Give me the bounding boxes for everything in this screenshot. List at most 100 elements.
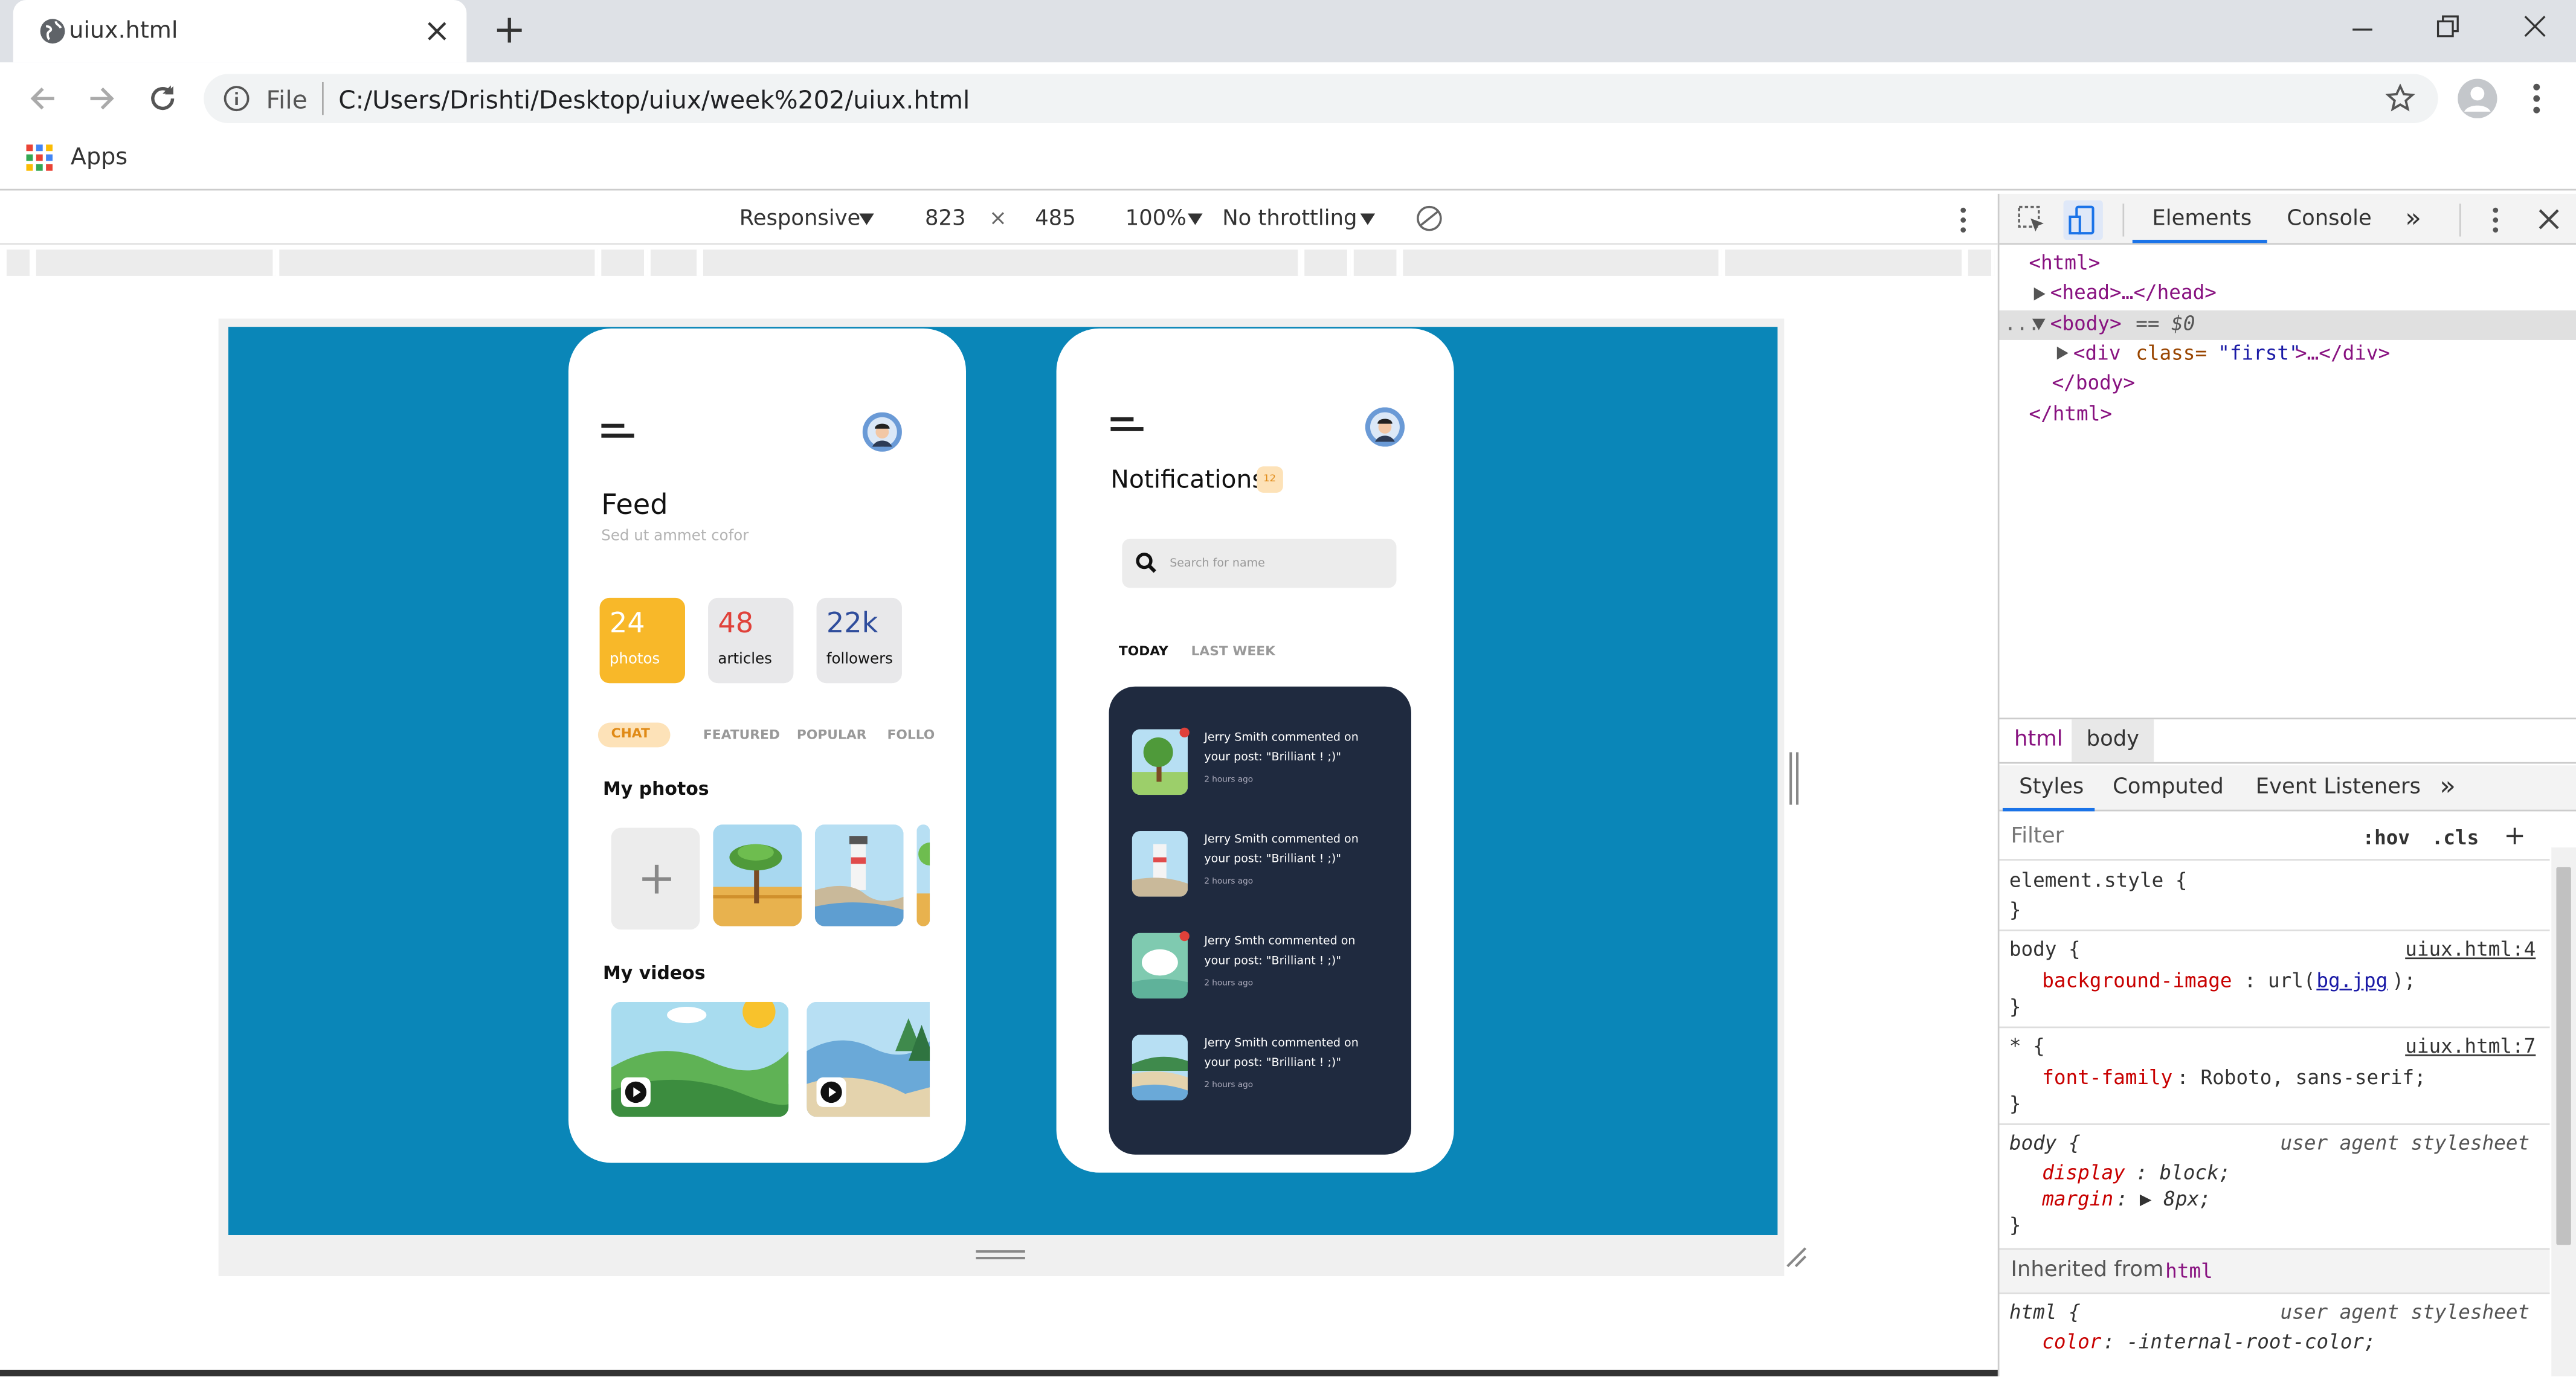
tab-event-listeners[interactable]: Event Listeners [2256,775,2421,800]
hov-toggle[interactable]: :hov [2362,826,2410,849]
dom-node-html-close[interactable]: </html> [2029,402,2112,425]
list-item[interactable]: Jerry Smith commented on your post: "Bri… [1109,818,1411,900]
add-photo-button[interactable]: + [611,827,700,930]
stat-card-photos[interactable]: 24 photos [599,597,685,684]
device-mode-dropdown[interactable]: Responsive [739,207,861,232]
rule-html-selector[interactable]: html { [2009,1301,2081,1324]
dom-node-div-tag[interactable]: <div [2073,342,2121,365]
tab-featured[interactable]: FEATURED [703,728,780,742]
media-query-bar[interactable] [601,249,648,276]
rule-source-link[interactable]: uiux.html:7 [2405,1035,2536,1058]
tab-close-icon[interactable] [425,20,448,43]
dom-node-body-close[interactable]: </body> [2052,371,2136,394]
rule-url-link[interactable]: bg.jpg [2316,969,2388,992]
styles-filter-input[interactable]: Filter [2004,819,2343,856]
breadcrumb-body[interactable]: body [2087,728,2139,753]
resize-corner-icon[interactable] [1783,1244,1809,1270]
apps-link[interactable]: Apps [71,144,127,171]
stat-card-articles[interactable]: 48 articles [708,597,794,684]
new-tab-button[interactable]: + [493,7,526,53]
avatar[interactable] [862,412,902,452]
expand-triangle-icon[interactable] [2056,346,2069,360]
tab-following[interactable]: FOLLO [887,728,935,742]
resize-handle-bottom[interactable] [976,1248,1025,1262]
tab-popular[interactable]: POPULAR [797,728,867,742]
apps-grid-icon[interactable] [26,144,53,171]
media-query-bar[interactable] [1353,249,1400,276]
media-query-bar[interactable] [36,249,276,276]
media-query-bar[interactable] [279,249,598,276]
close-icon[interactable] [2522,13,2548,40]
dom-node-head[interactable]: <head>…</head> [2050,281,2217,304]
star-icon[interactable] [2385,83,2415,114]
devtools-menu-icon[interactable] [2491,207,2500,234]
photo-lighthouse-thumbnail[interactable] [814,824,904,926]
devtools-close-icon[interactable] [2538,208,2559,230]
tab-last-week[interactable]: LAST WEEK [1191,644,1275,658]
list-item[interactable]: Jerry Smth commented on your post: "Bril… [1109,920,1411,1002]
reload-icon[interactable] [144,80,181,117]
media-query-bar[interactable] [1304,249,1351,276]
forward-arrow-icon[interactable] [85,82,118,115]
tab-chat[interactable]: CHAT [597,722,671,748]
rule-property[interactable]: color [2042,1330,2101,1353]
play-button[interactable] [620,1077,651,1107]
rotate-icon[interactable] [1416,205,1443,232]
viewport-height-input[interactable]: 485 [1035,207,1076,232]
more-tabs-icon[interactable]: » [2405,202,2421,233]
media-query-bar[interactable] [1968,249,1995,276]
photo-partial-thumbnail[interactable] [916,824,930,926]
stat-card-followers[interactable]: 22k followers [816,597,902,684]
rule-property[interactable]: background-image [2042,969,2232,992]
kebab-menu-icon[interactable] [2530,82,2543,115]
new-rule-button[interactable]: + [2504,820,2525,851]
expand-triangle-icon[interactable] [2033,287,2046,301]
cls-toggle[interactable]: .cls [2432,826,2479,849]
profile-avatar-icon[interactable] [2458,79,2497,118]
inspect-element-icon[interactable] [2017,205,2047,235]
viewport-width-input[interactable]: 823 [925,207,966,232]
list-item[interactable]: Jerry Smith commented on your post: "Bri… [1109,716,1411,798]
more-tabs-icon[interactable]: » [2439,770,2456,801]
scrollbar-thumb[interactable] [2556,867,2571,1245]
resize-handle-right[interactable] [1788,752,1801,805]
rule-star-selector[interactable]: * { [2009,1035,2045,1058]
search-input[interactable]: Search for name [1122,538,1397,588]
url-text[interactable]: C:/Users/Drishti/Desktop/uiux/week%202/u… [338,85,970,115]
tab-styles[interactable]: Styles [2019,775,2084,800]
breadcrumb-html[interactable]: html [2014,728,2063,753]
hamburger-menu-icon[interactable] [601,423,637,444]
list-item[interactable]: Jerry Smith commented on your post: "Bri… [1109,1021,1411,1103]
tab-elements[interactable]: Elements [2152,207,2252,232]
minimize-icon[interactable] [2349,16,2376,43]
tab-computed[interactable]: Computed [2113,775,2224,800]
photo-tree-thumbnail[interactable] [713,824,802,926]
media-query-bar[interactable] [6,249,33,276]
dom-node-html[interactable]: <html> [2029,251,2100,274]
throttling-dropdown[interactable]: No throttling [1222,207,1357,232]
rule-element-style[interactable]: element.style { [2009,869,2188,892]
video-thumbnail-hills[interactable] [611,1001,789,1117]
hamburger-menu-icon[interactable] [1110,417,1147,437]
dom-node-body[interactable]: <body> [2050,312,2122,335]
back-arrow-icon[interactable] [27,82,59,115]
media-query-bar[interactable] [1725,249,1965,276]
inherited-tag[interactable]: html [2165,1260,2213,1283]
video-thumbnail-coast[interactable] [807,1001,930,1117]
media-query-bar[interactable] [650,249,700,276]
collapse-triangle-icon[interactable] [2032,318,2046,330]
play-button[interactable] [816,1077,846,1107]
rule-property[interactable]: font-family [2042,1066,2172,1089]
device-more-icon[interactable] [1959,207,1968,234]
rule-property[interactable]: margin [2042,1187,2113,1210]
device-toolbar-toggle-icon[interactable] [2063,200,2103,240]
tab-console[interactable]: Console [2287,207,2371,232]
zoom-dropdown[interactable]: 100% [1125,207,1187,232]
rule-source-link[interactable]: uiux.html:4 [2405,938,2536,961]
restore-icon[interactable] [2435,13,2461,40]
rule-body-selector[interactable]: body { [2009,938,2081,961]
rule-body-selector[interactable]: body { [2009,1132,2081,1155]
media-query-bar[interactable] [703,249,1301,276]
avatar[interactable] [1365,407,1405,447]
rule-property[interactable]: display [2042,1161,2125,1184]
